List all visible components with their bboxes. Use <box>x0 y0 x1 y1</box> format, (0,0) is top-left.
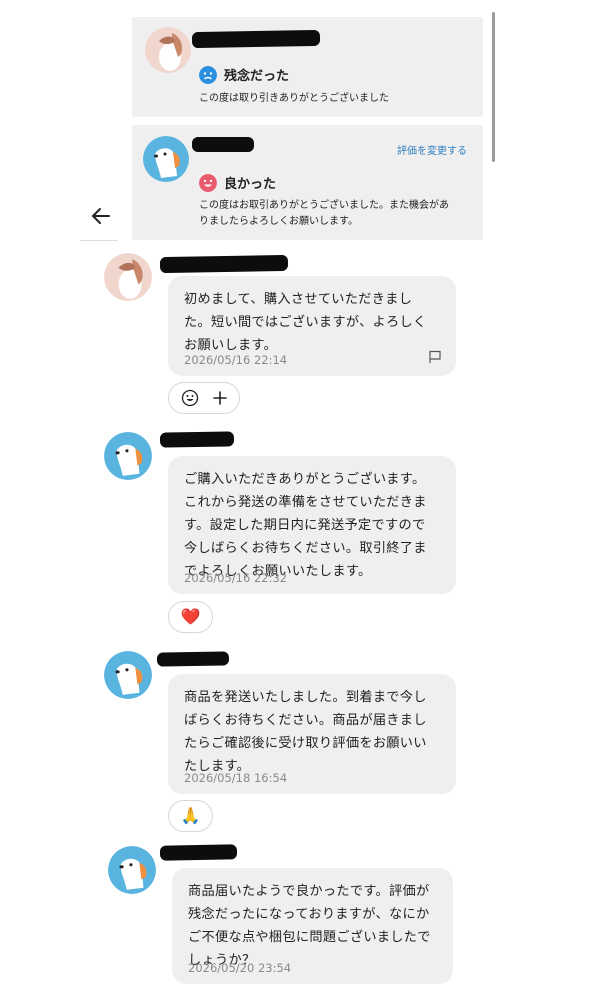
redacted-username <box>156 651 230 667</box>
sad-face-icon <box>199 65 217 84</box>
smiley-icon[interactable] <box>181 389 199 407</box>
message-timestamp: 2026/05/16 22:14 <box>184 353 288 367</box>
review-comment-line1: この度はお取引ありがとうございました。また機会があ <box>199 200 449 211</box>
message-timestamp: 2026/05/20 23:54 <box>188 961 292 975</box>
seller-avatar[interactable] <box>108 846 156 894</box>
review-card-buyer: 残念だった この度は取り引きありがとうございました <box>132 17 483 117</box>
seller-avatar[interactable] <box>104 651 152 699</box>
divider <box>80 240 118 241</box>
message-line: 商品を発送いたしました。到着まで今し <box>184 690 427 705</box>
add-reaction-icon[interactable] <box>213 391 227 405</box>
message-bubble: 商品を発送いたしました。到着まで今し ばらくお待ちください。商品が届きまし たら… <box>168 674 456 794</box>
report-flag-icon[interactable] <box>428 350 442 364</box>
reaction-bar <box>168 382 240 414</box>
seller-avatar[interactable] <box>143 136 189 182</box>
message-timestamp: 2026/05/16 22:32 <box>184 571 288 585</box>
message-line: 今しばらくお待ちください。取引終了ま <box>184 541 427 556</box>
redacted-username <box>159 431 235 448</box>
redacted-username <box>159 254 289 274</box>
reaction-pray[interactable]: 🙏 <box>168 800 213 832</box>
message-line: ばらくお待ちください。商品が届きまし <box>184 713 427 728</box>
change-rating-link[interactable]: 評価を変更する <box>397 142 467 157</box>
pray-icon: 🙏 <box>180 806 201 825</box>
review-card-seller: 評価を変更する 良かった この度はお取引ありがとうございました。また機会があ り… <box>132 125 483 240</box>
rating-label: 良かった <box>224 177 277 192</box>
message-line: 残念だったになっておりますが、なにか <box>188 907 430 922</box>
message-bubble: 商品届いたようで良かったです。評価が 残念だったになっておりますが、なにか ご不… <box>172 868 453 984</box>
message-line: 商品届いたようで良かったです。評価が <box>188 884 430 899</box>
seller-avatar[interactable] <box>104 432 152 480</box>
review-comment: この度は取り引きありがとうございました <box>199 93 389 104</box>
message-line: た。短い間ではございますが、よろしく <box>184 315 427 330</box>
buyer-avatar[interactable] <box>145 27 191 73</box>
back-arrow-icon[interactable] <box>90 205 112 227</box>
redacted-username <box>191 29 321 49</box>
buyer-avatar[interactable] <box>104 253 152 301</box>
message-timestamp: 2026/05/18 16:54 <box>184 771 288 785</box>
rating-label: 残念だった <box>224 69 290 84</box>
scrollbar[interactable] <box>492 12 495 162</box>
redacted-username <box>159 844 238 861</box>
reaction-heart[interactable]: ❤️ <box>168 601 213 633</box>
message-bubble: 初めまして、購入させていただきまし た。短い間ではございますが、よろしく お願い… <box>168 276 456 376</box>
message-line: 初めまして、購入させていただきまし <box>184 292 413 307</box>
heart-icon: ❤️ <box>180 607 201 626</box>
redacted-username <box>192 137 254 152</box>
message-line: ご購入いただきありがとうございます。 <box>184 472 426 487</box>
rating-positive: 良かった <box>199 173 276 192</box>
message-line: たらご確認後に受け取り評価をお願いい <box>184 736 427 751</box>
message-line: これから発送の準備をさせていただきま <box>184 495 427 510</box>
message-bubble: ご購入いただきありがとうございます。 これから発送の準備をさせていただきま す。… <box>168 456 456 594</box>
rating-negative: 残念だった <box>199 65 289 84</box>
message-line: ご不便な点や梱包に問題ございましたで <box>188 930 431 945</box>
message-line: す。設定した期日内に発送予定ですので <box>184 518 426 533</box>
happy-face-icon <box>199 173 217 192</box>
review-comment-line2: りましたらよろしくお願いします。 <box>199 216 358 227</box>
